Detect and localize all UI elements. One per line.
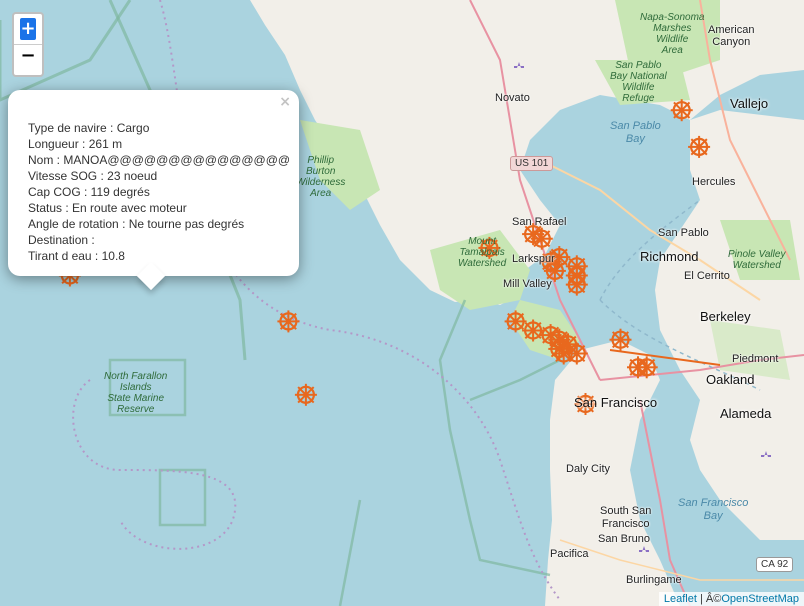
label-phillip-burton: Phillip Burton Wilderness Area (296, 155, 346, 199)
label-vallejo: Vallejo (730, 96, 769, 111)
label-daly-city: Daly City (566, 463, 611, 475)
ship-marker-icon[interactable] (504, 310, 527, 333)
label-san-pablo-refuge: San Pablo Bay National Wildlife Refuge (610, 60, 667, 104)
popup-line: Angle de rotation : Ne tourne pas degrés (28, 217, 245, 231)
popup-line: Nom : MANOA@@@@@@@@@@@@@@@ (28, 153, 291, 167)
ship-marker-icon[interactable] (635, 356, 658, 379)
zoom-in-label: + (20, 18, 36, 40)
popup-line: Vitesse SOG : 23 noeud (28, 169, 158, 183)
label-pinole-valley: Pinole Valley Watershed (728, 249, 786, 271)
label-san-francisco: San Francisco (574, 395, 658, 410)
attribution: Leaflet | Â©OpenStreetMap (658, 592, 804, 606)
label-san-pablo: San Pablo (658, 227, 709, 239)
label-pacifica: Pacifica (550, 548, 589, 560)
osm-link[interactable]: OpenStreetMap (721, 593, 799, 605)
ship-marker-icon[interactable] (294, 383, 317, 406)
vessel-info-popup: × Type de navire : Cargo Longueur : 261 m… (8, 90, 299, 291)
label-american-canyon: American Canyon (708, 24, 755, 48)
label-north-farallon: North Farallon Islands State Marine Rese… (104, 371, 168, 415)
popup-line: Type de navire : Cargo (28, 121, 150, 135)
label-burlingame: Burlingame (626, 574, 682, 586)
popup-line: Longueur : 261 m (28, 137, 123, 151)
us101-shield: US 101 (510, 156, 554, 171)
zoom-in-button[interactable]: + (14, 14, 42, 45)
label-novato: Novato (495, 92, 530, 104)
ship-marker-icon[interactable] (565, 342, 588, 365)
popup-line: Tirant d eau : 10.8 (28, 249, 125, 263)
label-berkeley: Berkeley (700, 309, 751, 324)
label-piedmont: Piedmont (732, 353, 779, 365)
label-alameda: Alameda (720, 406, 772, 421)
popup-close-button[interactable]: × (279, 94, 291, 110)
ship-marker-icon[interactable] (522, 319, 545, 342)
map-view[interactable]: Napa-Sonoma Marshes Wildlife Area Americ… (0, 0, 804, 606)
ship-marker-icon[interactable] (609, 328, 632, 351)
leaflet-link[interactable]: Leaflet (664, 593, 697, 605)
ship-marker-icon[interactable] (565, 273, 588, 296)
label-hercules: Hercules (692, 176, 736, 188)
zoom-control: + − (12, 12, 44, 77)
label-el-cerrito: El Cerrito (684, 270, 730, 282)
zoom-out-button[interactable]: − (14, 45, 42, 75)
label-larkspur: Larkspur (512, 253, 555, 265)
label-san-pablo-bay: San Pablo Bay (610, 120, 661, 145)
label-napa-sonoma: Napa-Sonoma Marshes Wildlife Area (640, 12, 705, 56)
popup-line: Cap COG : 119 degrés (28, 185, 150, 199)
ship-marker-icon[interactable] (277, 310, 300, 333)
label-sf-bay: San Francisco Bay (678, 497, 749, 522)
ca92-shield: CA 92 (756, 557, 794, 572)
label-mill-valley: Mill Valley (503, 278, 552, 290)
label-san-bruno: San Bruno (598, 533, 650, 545)
popup-line: Destination : (28, 233, 95, 247)
popup-content: Type de navire : Cargo Longueur : 261 m No… (28, 120, 291, 264)
label-oakland: Oakland (706, 372, 755, 387)
label-mount-tamalpais: Mount Tamalpais Watershed (458, 236, 507, 269)
attribution-separator: | Â© (696, 593, 722, 605)
ship-marker-icon[interactable] (670, 99, 693, 122)
label-south-sf: South San Francisco (600, 505, 652, 530)
label-san-rafael: San Rafael (512, 216, 567, 228)
popup-line: Status : En route avec moteur (28, 201, 187, 215)
ship-marker-icon[interactable] (688, 135, 711, 158)
label-richmond: Richmond (640, 249, 699, 264)
